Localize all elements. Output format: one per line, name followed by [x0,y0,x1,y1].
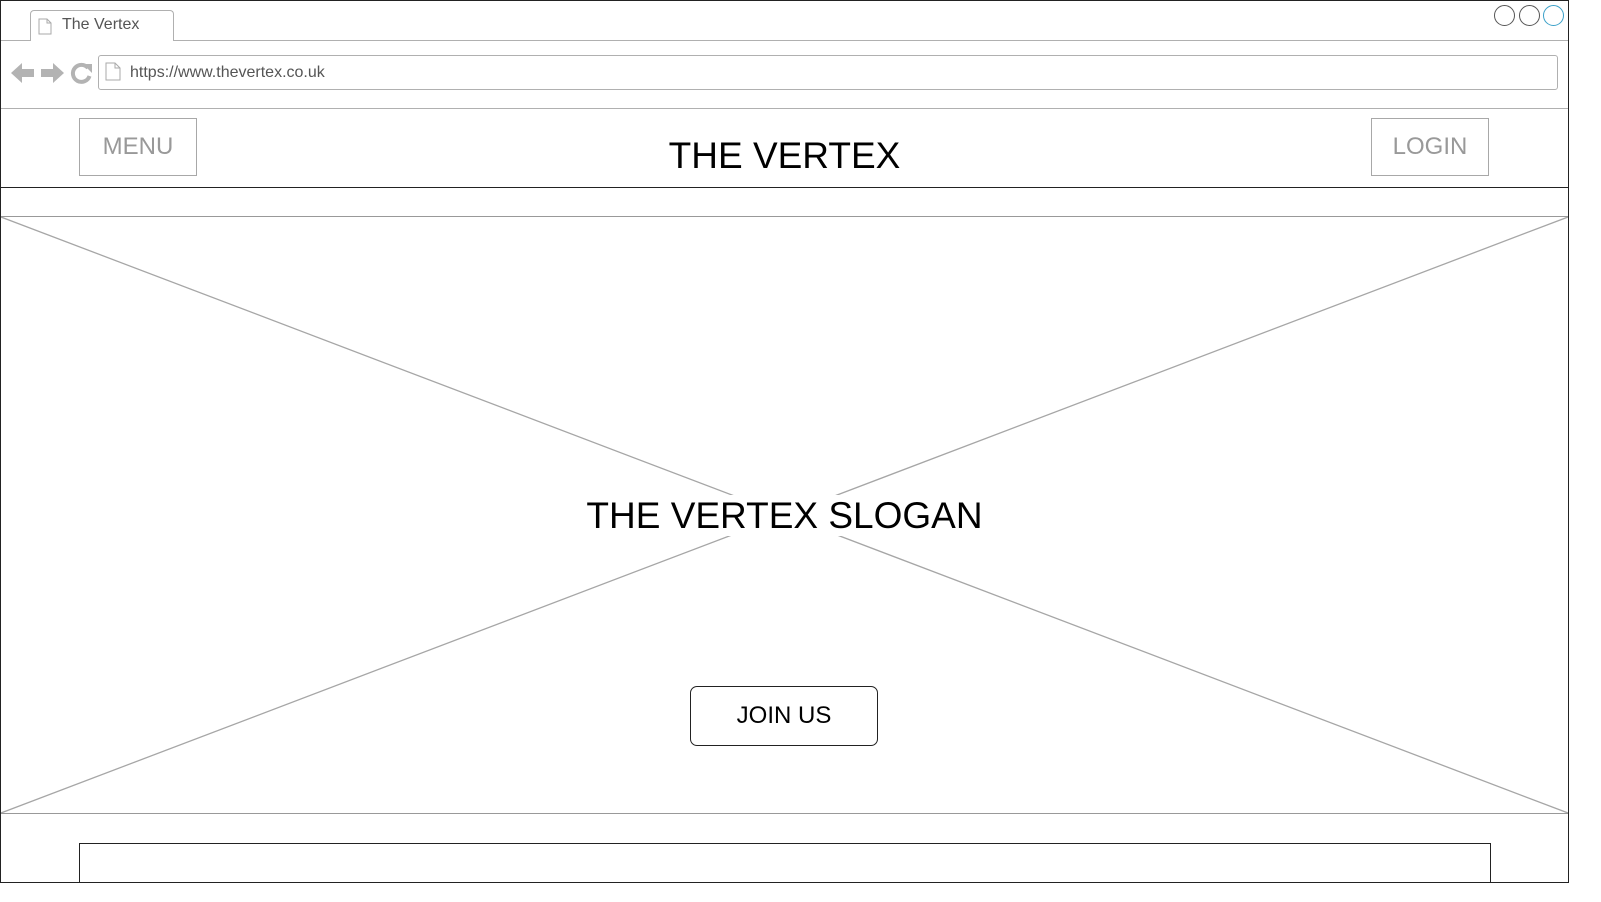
reload-icon[interactable] [70,62,93,85]
browser-tab[interactable]: The Vertex [30,10,174,41]
nav-strip [1,188,1568,217]
minimize-button[interactable] [1494,5,1515,26]
hero-image-placeholder: THE VERTEX SLOGAN JOIN US [1,217,1568,814]
site-header: MENU THE VERTEX LOGIN [1,109,1568,188]
address-bar: https://www.thevertex.co.uk [1,41,1568,109]
url-text: https://www.thevertex.co.uk [130,64,325,81]
join-us-button[interactable]: JOIN US [690,686,878,746]
url-input[interactable]: https://www.thevertex.co.uk [98,55,1558,90]
page-icon [38,18,52,35]
tab-strip: The Vertex [1,1,1568,41]
browser-window: The Vertex https://www.thevertex.co.uk M… [0,0,1569,883]
login-button[interactable]: LOGIN [1371,118,1489,176]
page-icon [105,62,121,81]
back-arrow-icon[interactable] [11,62,35,84]
tab-title: The Vertex [62,16,140,33]
site-title: THE VERTEX [668,135,901,176]
forward-arrow-icon[interactable] [40,62,64,84]
maximize-button[interactable] [1519,5,1540,26]
slogan-text: THE VERTEX SLOGAN [584,495,985,536]
close-button[interactable] [1543,5,1564,26]
content-section-box [79,843,1491,882]
hero-slogan: THE VERTEX SLOGAN [1,495,1568,537]
